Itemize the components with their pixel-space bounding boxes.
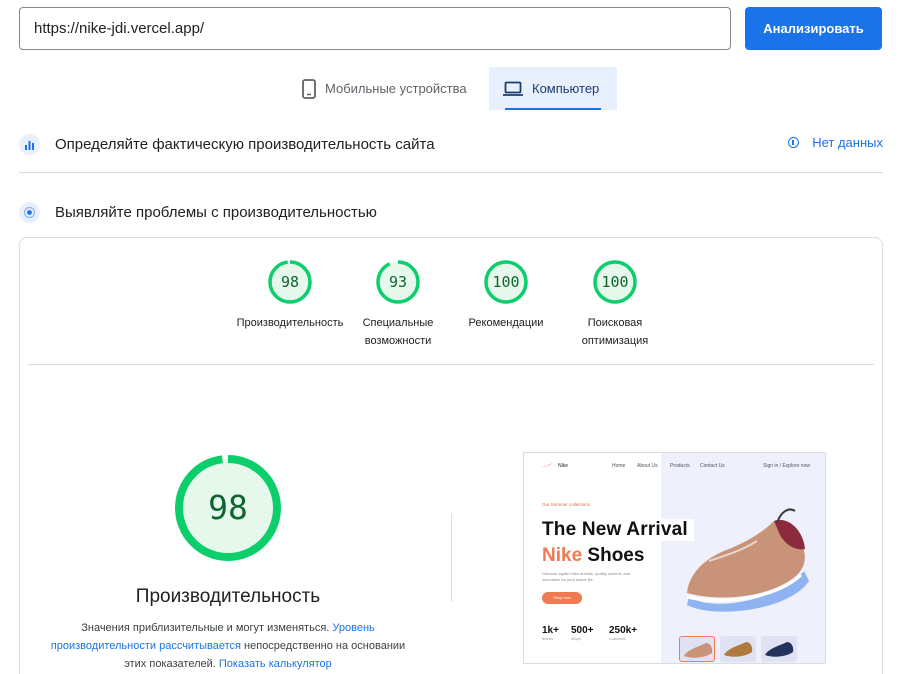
- performance-gauge: 98: [173, 453, 283, 563]
- phone-icon: [302, 78, 316, 99]
- field-data-title: Определяйте фактическую производительнос…: [55, 135, 435, 153]
- screenshot-nav-item: About Us: [637, 463, 658, 469]
- score-label: Рекомендации: [468, 317, 544, 329]
- field-data-section: Определяйте фактическую производительнос…: [19, 131, 883, 157]
- score-gauge-performance[interactable]: 98 Производительность: [230, 259, 350, 332]
- stat-label: Customers: [609, 637, 626, 641]
- laptop-icon: [503, 81, 523, 96]
- no-data-link[interactable]: Нет данных: [788, 135, 883, 150]
- stat-value: 250k+: [609, 625, 638, 636]
- performance-score: 98: [208, 488, 248, 527]
- stat-label: Brands: [542, 637, 554, 641]
- stat-value: 1k+: [542, 625, 559, 636]
- results-card: 98 Производительность 93 Специальные воз…: [19, 237, 883, 674]
- info-icon: [788, 137, 800, 148]
- score-label: Производительность: [236, 317, 344, 329]
- tab-desktop-label: Компьютер: [532, 81, 600, 96]
- screenshot-thumbnail: [761, 636, 797, 662]
- screenshot-auth: Sign in / Explore now: [763, 463, 810, 469]
- tab-mobile[interactable]: Мобильные устройства: [288, 67, 487, 110]
- score-ring: 100: [592, 259, 638, 305]
- screenshot-cta: Shop now: [542, 592, 582, 604]
- performance-title: Производительность: [135, 586, 321, 607]
- screenshot-stat: 250k+ Customers: [609, 625, 637, 641]
- score-ring: 93: [375, 259, 421, 305]
- performance-note: Значения приблизительные и могут изменят…: [50, 619, 406, 673]
- screenshot-stat: 500+ Shops: [571, 625, 594, 641]
- tab-mobile-label: Мобильные устройства: [325, 81, 467, 96]
- screenshot-nav-item: Contact Us: [700, 463, 725, 469]
- section-divider: [19, 172, 883, 173]
- screenshot-brand: Nike: [558, 463, 569, 469]
- screenshot-nav: Nike Home About Us Products Contact Us S…: [524, 461, 825, 471]
- tab-desktop[interactable]: Компьютер: [489, 67, 617, 110]
- headline-rest: Shoes: [582, 545, 645, 566]
- show-calculator-link[interactable]: Показать калькулятор: [219, 658, 332, 670]
- lab-data-icon: [19, 201, 40, 223]
- score-gauge-best-practices[interactable]: 100 Рекомендации: [446, 259, 566, 332]
- card-divider: [28, 364, 874, 365]
- lab-data-title: Выявляйте проблемы с производительностью: [55, 203, 377, 221]
- nike-logo-icon: [540, 463, 553, 468]
- screenshot-nav-item: Products: [670, 463, 690, 469]
- vertical-divider: [451, 514, 452, 602]
- no-data-label: Нет данных: [812, 135, 883, 150]
- analyze-button[interactable]: Анализировать: [745, 7, 882, 50]
- url-input[interactable]: [19, 7, 731, 50]
- headline-accent: Nike: [542, 545, 583, 566]
- score-ring: 100: [483, 259, 529, 305]
- note-text: Значения приблизительные и могут изменят…: [81, 622, 333, 634]
- stat-value: 500+: [571, 625, 594, 636]
- score-label: Поисковая оптимизация: [581, 317, 649, 347]
- screenshot-thumbnail: [679, 636, 715, 662]
- score-value: 100: [601, 273, 629, 291]
- score-gauge-accessibility[interactable]: 93 Специальные возможности: [338, 259, 458, 350]
- score-label: Специальные возможности: [362, 317, 434, 347]
- stat-label: Shops: [571, 637, 581, 641]
- score-gauge-seo[interactable]: 100 Поисковая оптимизация: [555, 259, 675, 350]
- score-ring: 98: [267, 259, 313, 305]
- screenshot-headline-2: Nike Shoes: [542, 545, 644, 567]
- score-value: 98: [280, 273, 300, 291]
- sneaker-image: [686, 508, 809, 612]
- screenshot-nav-item: Home: [612, 463, 626, 469]
- field-data-icon: [19, 133, 40, 155]
- screenshot-subtext: Discover stylish Nike arrivals, quality …: [542, 571, 631, 582]
- screenshot-thumbnail: [720, 636, 756, 662]
- lab-data-section: Выявляйте проблемы с производительностью: [19, 199, 883, 225]
- score-value: 93: [388, 273, 408, 291]
- active-tab-indicator: [505, 108, 601, 110]
- screenshot-tag: Our Summer collections: [542, 502, 591, 507]
- page-screenshot: Nike Home About Us Products Contact Us S…: [523, 452, 826, 664]
- score-value: 100: [492, 273, 520, 291]
- screenshot-stat: 1k+ Brands: [542, 625, 559, 641]
